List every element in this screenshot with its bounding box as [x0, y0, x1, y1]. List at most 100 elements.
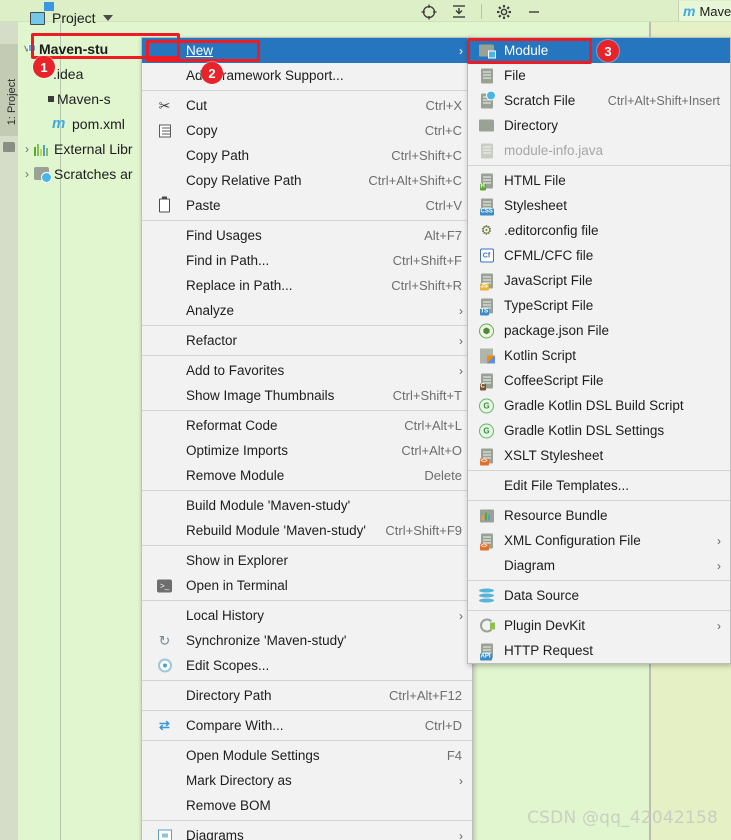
xslt-file-icon: <> [478, 447, 495, 465]
menu-item-label: Data Source [504, 588, 580, 603]
context-menu-item-add-framework-support[interactable]: Add Framework Support... [142, 63, 472, 88]
chevron-right-icon: › [459, 303, 463, 318]
menu-item-label: TypeScript File [504, 298, 594, 313]
new-submenu-item-cfml-cfc-file[interactable]: Cf CFML/CFC file [468, 243, 730, 268]
settings-gear-icon[interactable] [496, 4, 512, 20]
new-submenu-item-gradle-kotlin-dsl-settings[interactable]: G Gradle Kotlin DSL Settings [468, 418, 730, 443]
chevron-right-icon[interactable]: › [20, 143, 34, 155]
menu-item-label: CFML/CFC file [504, 248, 594, 263]
context-menu-item-reformat-code[interactable]: Reformat Code Ctrl+Alt+L [142, 413, 472, 438]
new-submenu-item-javascript-file[interactable]: JS JavaScript File [468, 268, 730, 293]
context-menu-item-edit-scopes[interactable]: Edit Scopes... [142, 653, 472, 678]
context-menu-item-remove-module[interactable]: Remove Module Delete [142, 463, 472, 488]
menu-item-label: Paste [186, 198, 221, 213]
new-submenu-item-typescript-file[interactable]: TS TypeScript File [468, 293, 730, 318]
context-menu-item-copy-path[interactable]: Copy Path Ctrl+Shift+C [142, 143, 472, 168]
menu-item-label: module-info.java [504, 143, 604, 158]
new-submenu-item-coffeescript-file[interactable]: C CoffeeScript File [468, 368, 730, 393]
annotation-badge-2: 2 [201, 62, 223, 84]
menu-separator [142, 545, 472, 546]
folder-icon[interactable] [3, 142, 15, 152]
context-menu-item-refactor[interactable]: Refactor › [142, 328, 472, 353]
menu-item-label: Cut [186, 98, 208, 113]
context-menu-item-rebuild-module[interactable]: Rebuild Module 'Maven-study' Ctrl+Shift+… [142, 518, 472, 543]
new-submenu-item-plugin-devkit[interactable]: Plugin DevKit › [468, 613, 730, 638]
context-menu-item-show-in-explorer[interactable]: Show in Explorer [142, 548, 472, 573]
new-submenu-item-resource-bundle[interactable]: Resource Bundle [468, 503, 730, 528]
context-menu-item-build-module[interactable]: Build Module 'Maven-study' [142, 493, 472, 518]
new-submenu-item-directory[interactable]: Directory [468, 113, 730, 138]
chevron-right-icon: › [459, 608, 463, 623]
context-menu-item-diagrams[interactable]: Diagrams › [142, 823, 472, 840]
context-menu-item-optimize-imports[interactable]: Optimize Imports Ctrl+Alt+O [142, 438, 472, 463]
context-menu-item-paste[interactable]: Paste Ctrl+V [142, 193, 472, 218]
chevron-down-icon[interactable] [102, 15, 113, 21]
context-menu-item-find-usages[interactable]: Find Usages Alt+F7 [142, 223, 472, 248]
left-tool-window-bar: 1: Project [0, 22, 18, 840]
context-menu-item-open-in-terminal[interactable]: >_ Open in Terminal [142, 573, 472, 598]
context-menu-item-cut[interactable]: ✂ Cut Ctrl+X [142, 93, 472, 118]
context-menu-item-show-image-thumbnails[interactable]: Show Image Thumbnails Ctrl+Shift+T [142, 383, 472, 408]
menu-item-label: Find Usages [186, 228, 262, 243]
menu-separator [468, 470, 730, 471]
context-menu-item-analyze[interactable]: Analyze › [142, 298, 472, 323]
context-menu-item-find-in-path[interactable]: Find in Path... Ctrl+Shift+F [142, 248, 472, 273]
menu-item-label: Plugin DevKit [504, 618, 586, 633]
tree-item-label: pom.xml [72, 115, 125, 132]
project-panel-header[interactable]: Project [30, 10, 113, 26]
tree-item-label: .idea [53, 65, 84, 82]
collapse-all-icon[interactable] [451, 4, 467, 20]
context-menu-item-directory-path[interactable]: Directory Path Ctrl+Alt+F12 [142, 683, 472, 708]
menu-separator [468, 500, 730, 501]
chevron-right-icon[interactable]: › [20, 168, 34, 180]
menu-item-label: Stylesheet [504, 198, 568, 213]
context-menu-item-mark-directory-as[interactable]: Mark Directory as › [142, 768, 472, 793]
new-submenu-item-gradle-kotlin-dsl-build-script[interactable]: G Gradle Kotlin DSL Build Script [468, 393, 730, 418]
context-menu-item-copy-relative-path[interactable]: Copy Relative Path Ctrl+Alt+Shift+C [142, 168, 472, 193]
menu-item-label: Diagram [504, 558, 556, 573]
menu-item-shortcut: Ctrl+Shift+C [391, 148, 462, 163]
new-submenu-item-kotlin-script[interactable]: Kotlin Script [468, 343, 730, 368]
tool-window-actions [421, 2, 542, 21]
new-submenu-item-stylesheet[interactable]: CSS Stylesheet [468, 193, 730, 218]
new-submenu-item-editorconfig-file[interactable]: ⚙ .editorconfig file [468, 218, 730, 243]
context-menu-item-synchronize[interactable]: ↻ Synchronize 'Maven-study' [142, 628, 472, 653]
new-submenu-item-edit-file-templates[interactable]: Edit File Templates... [468, 473, 730, 498]
new-submenu-item-xml-configuration-file[interactable]: <> XML Configuration File › [468, 528, 730, 553]
new-submenu-item-scratch-file[interactable]: Scratch File Ctrl+Alt+Shift+Insert [468, 88, 730, 113]
context-menu-item-add-to-favorites[interactable]: Add to Favorites › [142, 358, 472, 383]
new-submenu-item-http-request[interactable]: API HTTP Request [468, 638, 730, 663]
editorconfig-icon: ⚙ [480, 222, 493, 238]
nodejs-icon: ⬢ [478, 322, 495, 339]
context-menu: New › Add Framework Support... ✂ Cut Ctr… [141, 37, 473, 840]
menu-item-label: package.json File [504, 323, 610, 338]
context-menu-item-compare-with[interactable]: ⇄ Compare With... Ctrl+D [142, 713, 472, 738]
new-submenu-item-diagram[interactable]: Diagram › [468, 553, 730, 578]
menu-separator [142, 325, 472, 326]
new-submenu-item-module-info-java: module-info.java [468, 138, 730, 163]
tool-window-tab-project[interactable]: 1: Project [0, 44, 18, 136]
menu-item-label: XML Configuration File [504, 533, 641, 548]
menu-item-shortcut: Ctrl+Shift+T [392, 388, 462, 403]
menu-item-label: Refactor [186, 333, 238, 348]
new-submenu-item-data-source[interactable]: Data Source [468, 583, 730, 608]
watermark: CSDN @qq_42042158 [527, 808, 718, 828]
new-submenu-item-file[interactable]: File [468, 63, 730, 88]
context-menu-item-local-history[interactable]: Local History › [142, 603, 472, 628]
tree-item-label: Maven-stu [39, 40, 109, 57]
new-submenu-item-html-file[interactable]: H HTML File [468, 168, 730, 193]
chevron-right-icon: › [717, 533, 721, 548]
new-submenu-item-package-json-file[interactable]: ⬢ package.json File [468, 318, 730, 343]
context-menu-item-copy[interactable]: Copy Ctrl+C [142, 118, 472, 143]
editor-tab[interactable]: m Maven-st [678, 1, 731, 21]
menu-item-shortcut: Ctrl+Alt+Shift+C [368, 173, 462, 188]
new-submenu-item-xslt-stylesheet[interactable]: <> XSLT Stylesheet [468, 443, 730, 468]
hide-icon[interactable] [526, 4, 542, 20]
paste-icon [156, 196, 173, 214]
context-menu-item-open-module-settings[interactable]: Open Module Settings F4 [142, 743, 472, 768]
context-menu-item-remove-bom[interactable]: Remove BOM [142, 793, 472, 818]
typescript-file-icon: TS [478, 297, 495, 315]
context-menu-item-replace-in-path[interactable]: Replace in Path... Ctrl+Shift+R [142, 273, 472, 298]
locate-icon[interactable] [421, 4, 437, 20]
context-menu-item-new[interactable]: New › [142, 38, 472, 63]
